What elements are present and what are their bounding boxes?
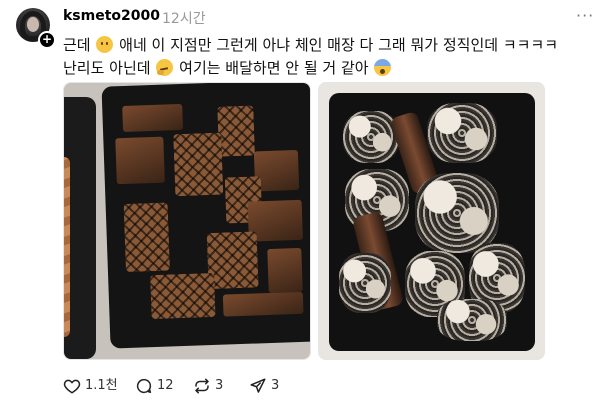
like-count: 1.1천 [85, 378, 118, 393]
photo-food [437, 299, 507, 341]
photo-food [150, 272, 216, 320]
share-button[interactable]: 3 [249, 376, 293, 396]
post-text-segment: 근데 [63, 36, 91, 54]
photo-food [427, 103, 497, 163]
timestamp: 12시간 [162, 11, 206, 27]
share-count: 3 [271, 378, 280, 393]
repost-button[interactable]: 3 [193, 376, 237, 396]
more-options-icon[interactable]: ··· [576, 6, 594, 25]
comment-count: 12 [157, 378, 174, 393]
follow-plus-icon[interactable]: + [38, 31, 56, 49]
post-text-line-2: 난리도 아닌데 여기는 배달하면 안 될 거 같아 [63, 57, 603, 80]
photo-food [217, 105, 255, 157]
like-button[interactable]: 1.1천 [63, 376, 123, 396]
photo-tray-back [64, 97, 96, 359]
post-text-segment: 난리도 아닌데 [63, 59, 151, 77]
post-text-segment: 여기는 배달하면 안 될 거 같아 [179, 59, 369, 77]
comment-icon [136, 378, 152, 394]
photo-food [122, 103, 184, 133]
send-icon [250, 378, 266, 393]
thinking-face-emoji-icon [156, 59, 174, 76]
photo-tray [101, 83, 310, 349]
post-photo-2[interactable] [318, 82, 545, 360]
photo-food [115, 136, 165, 185]
photo-food [343, 111, 399, 163]
photo-food [267, 247, 303, 294]
repost-icon [195, 378, 209, 394]
post-photo-1[interactable] [63, 82, 311, 360]
photo-tray [329, 93, 535, 351]
fearful-face-emoji-icon [374, 59, 392, 76]
post-text-segment: 애네 이 지점만 그런게 아냐 체인 매장 다 그래 뭐가 정직인데 ㅋㅋㅋㅋ [119, 36, 559, 54]
post-text: 근데 애네 이 지점만 그런게 아냐 체인 매장 다 그래 뭐가 정직인데 ㅋㅋ… [63, 34, 603, 80]
post-text-line-1: 근데 애네 이 지점만 그런게 아냐 체인 매장 다 그래 뭐가 정직인데 ㅋㅋ… [63, 34, 603, 57]
photo-food [173, 132, 224, 197]
repost-count: 3 [215, 378, 224, 393]
thread-post: + ksmeto2000 12시간 ··· 근데 애네 이 지점만 그런게 아냐… [0, 0, 610, 400]
sad-face-emoji-icon [96, 36, 114, 53]
photo-food [123, 202, 170, 273]
username[interactable]: ksmeto2000 [63, 8, 160, 24]
comment-button[interactable]: 12 [135, 376, 185, 396]
photo-food [64, 157, 70, 337]
photo-food [415, 173, 499, 253]
photo-food [339, 253, 391, 313]
heart-icon [63, 379, 81, 394]
photo-food [222, 291, 304, 317]
photo-food [206, 231, 259, 290]
